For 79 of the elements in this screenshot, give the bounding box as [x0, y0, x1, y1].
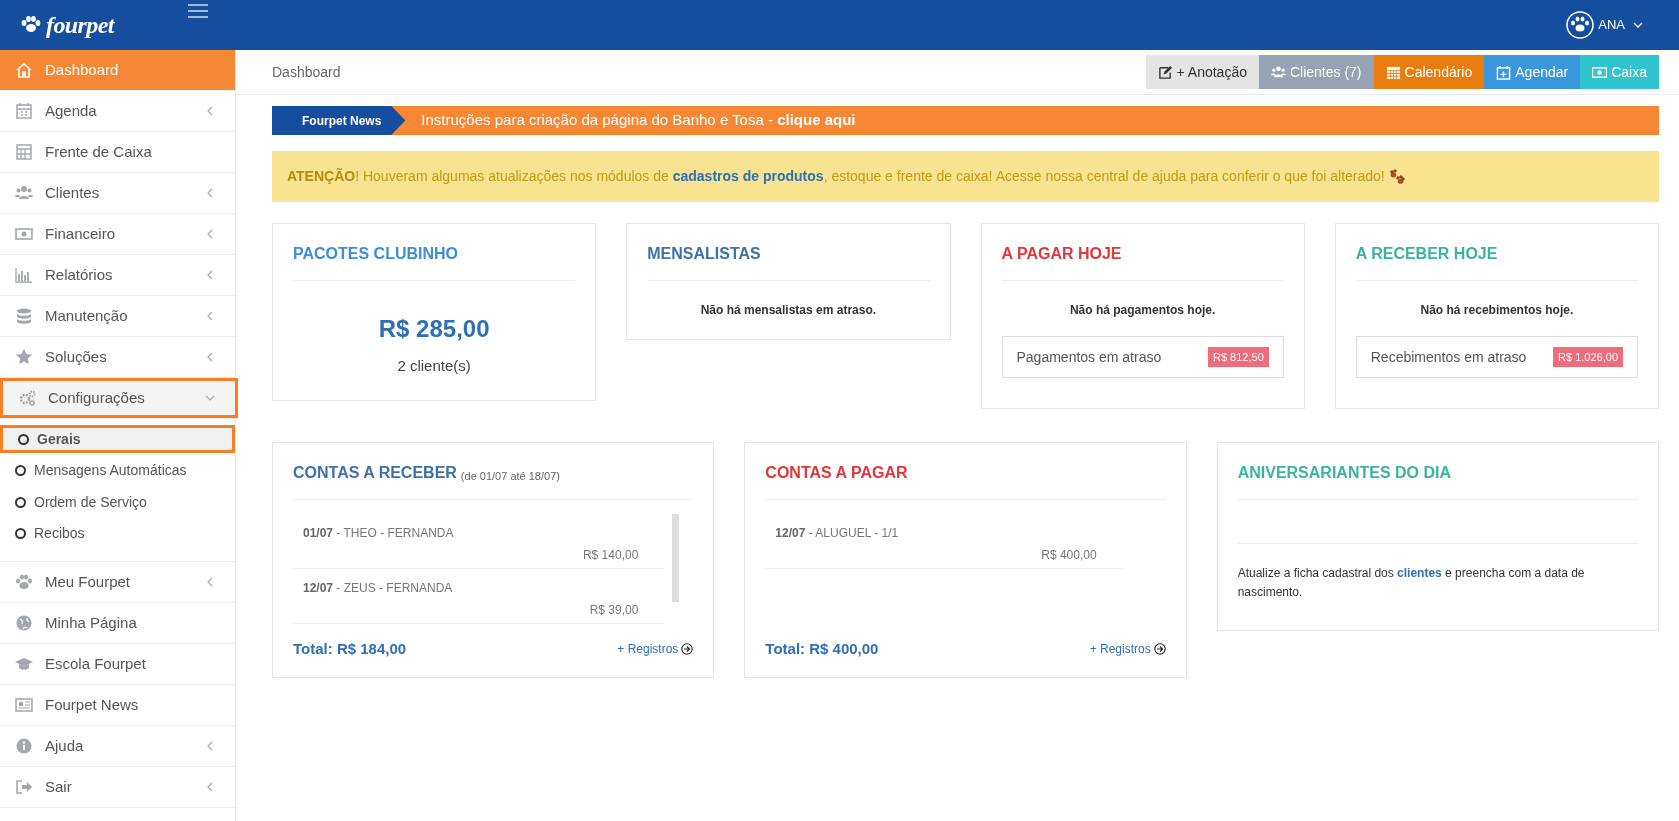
sidebar-item[interactable]: Sair [0, 767, 235, 807]
gears-icon [18, 389, 36, 407]
calendar-icon [15, 102, 33, 120]
entry-description: 01/07 - THEO - FERNANDA [303, 525, 455, 542]
card-title: A PAGAR HOJE [1001, 244, 1122, 264]
action-button[interactable]: + Anotação [1145, 55, 1259, 89]
arrow-circle-icon [1153, 643, 1166, 656]
sidebar-item[interactable]: Clientes [0, 173, 235, 213]
amount-badge: R$ 812,50 [1208, 346, 1269, 368]
scrollbar[interactable] [672, 514, 680, 602]
sidebar-item[interactable]: Fourpet News [0, 685, 235, 725]
star-icon [15, 348, 33, 366]
paw-icon [20, 15, 42, 35]
news-tag: Fourpet News [272, 106, 406, 135]
sidebar-item[interactable]: Manutenção [0, 296, 235, 336]
empty-message: Não há recebimentos hoje. [1419, 302, 1575, 319]
logo[interactable]: fourpet [46, 7, 114, 43]
newspaper-icon [15, 696, 33, 714]
money-icon [1592, 64, 1608, 80]
database-icon [15, 307, 33, 325]
user-menu[interactable]: ANA [1566, 11, 1643, 39]
calendar-icon [1385, 64, 1401, 80]
submenu-item[interactable]: Gerais [0, 425, 235, 453]
users-icon [1270, 64, 1286, 80]
calendar-plus-icon [1496, 64, 1512, 80]
card-title: A RECEBER HOJE [1355, 244, 1498, 264]
entry-description: 12/07 - ZEUS - FERNANDA [303, 580, 454, 597]
sidebar-item[interactable]: Agenda [0, 91, 235, 131]
sidebar-item[interactable]: Ajuda [0, 726, 235, 766]
edit-icon [1157, 64, 1173, 80]
submenu-item[interactable]: Recibos [0, 519, 235, 548]
users-icon [15, 184, 33, 202]
globe-icon [15, 614, 33, 632]
sidebar-item[interactable]: Escola Fourpet [0, 644, 235, 684]
sidebar-item[interactable]: Financeiro [0, 214, 235, 254]
arrow-circle-icon [681, 643, 694, 656]
info-text: Atualize a ficha cadastral dos clientes e preencha com a data de nascimento. [1237, 565, 1586, 601]
money-icon [15, 225, 33, 243]
card-title: MENSALISTAS [647, 244, 761, 264]
paws-icon [1388, 168, 1405, 185]
sidebar-item[interactable]: Meu Fourpet [0, 562, 235, 602]
paw-avatar-icon [1566, 11, 1595, 39]
total-amount: Total: R$ 400,00 [765, 639, 879, 659]
menu-icon[interactable] [188, 4, 208, 18]
card-title: CONTAS A RECEBER [293, 463, 457, 483]
breadcrumb: Dashboard [272, 62, 341, 82]
empty-message: Não há pagamentos hoje. [1068, 302, 1217, 319]
empty-message: Não há mensalistas em atraso. [699, 302, 878, 319]
sidebar-item[interactable]: Relatórios [0, 255, 235, 295]
submenu-item[interactable]: Ordem de Serviço [0, 488, 235, 516]
alert-text: ATENÇÃO! Houveram algumas atualizações nos módulos de cadastros de produtos, estoque e frente de caixa! Acesse nossa central de ajuda para conferir o que foi alterado! [287, 167, 1385, 186]
entry-amount: R$ 140,00 [582, 548, 639, 562]
calculator-icon [15, 143, 33, 161]
amount-value: R$ 285,00 [377, 314, 491, 344]
caret-icon [1633, 22, 1643, 28]
amount-subtitle: 2 cliente(s) [396, 356, 472, 376]
sidebar-item[interactable]: Soluções [0, 337, 235, 377]
paw-icon [15, 573, 33, 591]
card-title: ANIVERSARIANTES DO DIA [1237, 463, 1451, 483]
sidebar-item[interactable]: Configurações [0, 378, 238, 418]
card-title: PACOTES CLUBINHO [293, 244, 459, 264]
records-link[interactable]: + Registros [1089, 640, 1166, 659]
home-icon [15, 61, 33, 79]
entry-description: 12/07 - ALUGUEL - 1/1 [775, 525, 900, 542]
sidebar-item[interactable]: Frente de Caixa [0, 132, 235, 172]
card-title: CONTAS A PAGAR [765, 463, 908, 483]
records-link[interactable]: + Registros [617, 640, 694, 659]
bar-chart-icon [15, 266, 33, 284]
sidebar-item[interactable]: Minha Página [0, 603, 235, 643]
sign-out-icon [15, 778, 33, 796]
overdue-row[interactable]: Pagamentos em atraso R$ 812,50 [1001, 336, 1284, 378]
entry-amount: R$ 400,00 [1041, 548, 1097, 562]
total-amount: Total: R$ 184,00 [293, 639, 407, 659]
submenu-item[interactable]: Mensagens Automáticas [0, 456, 235, 485]
overdue-row[interactable]: Recebimentos em atraso R$ 1.026,00 [1355, 336, 1638, 378]
info-icon [15, 737, 33, 755]
card-subtitle: (de 01/07 até 18/07) [460, 468, 560, 484]
entry-amount: R$ 39,00 [589, 603, 639, 617]
amount-badge: R$ 1.026,00 [1553, 346, 1623, 368]
